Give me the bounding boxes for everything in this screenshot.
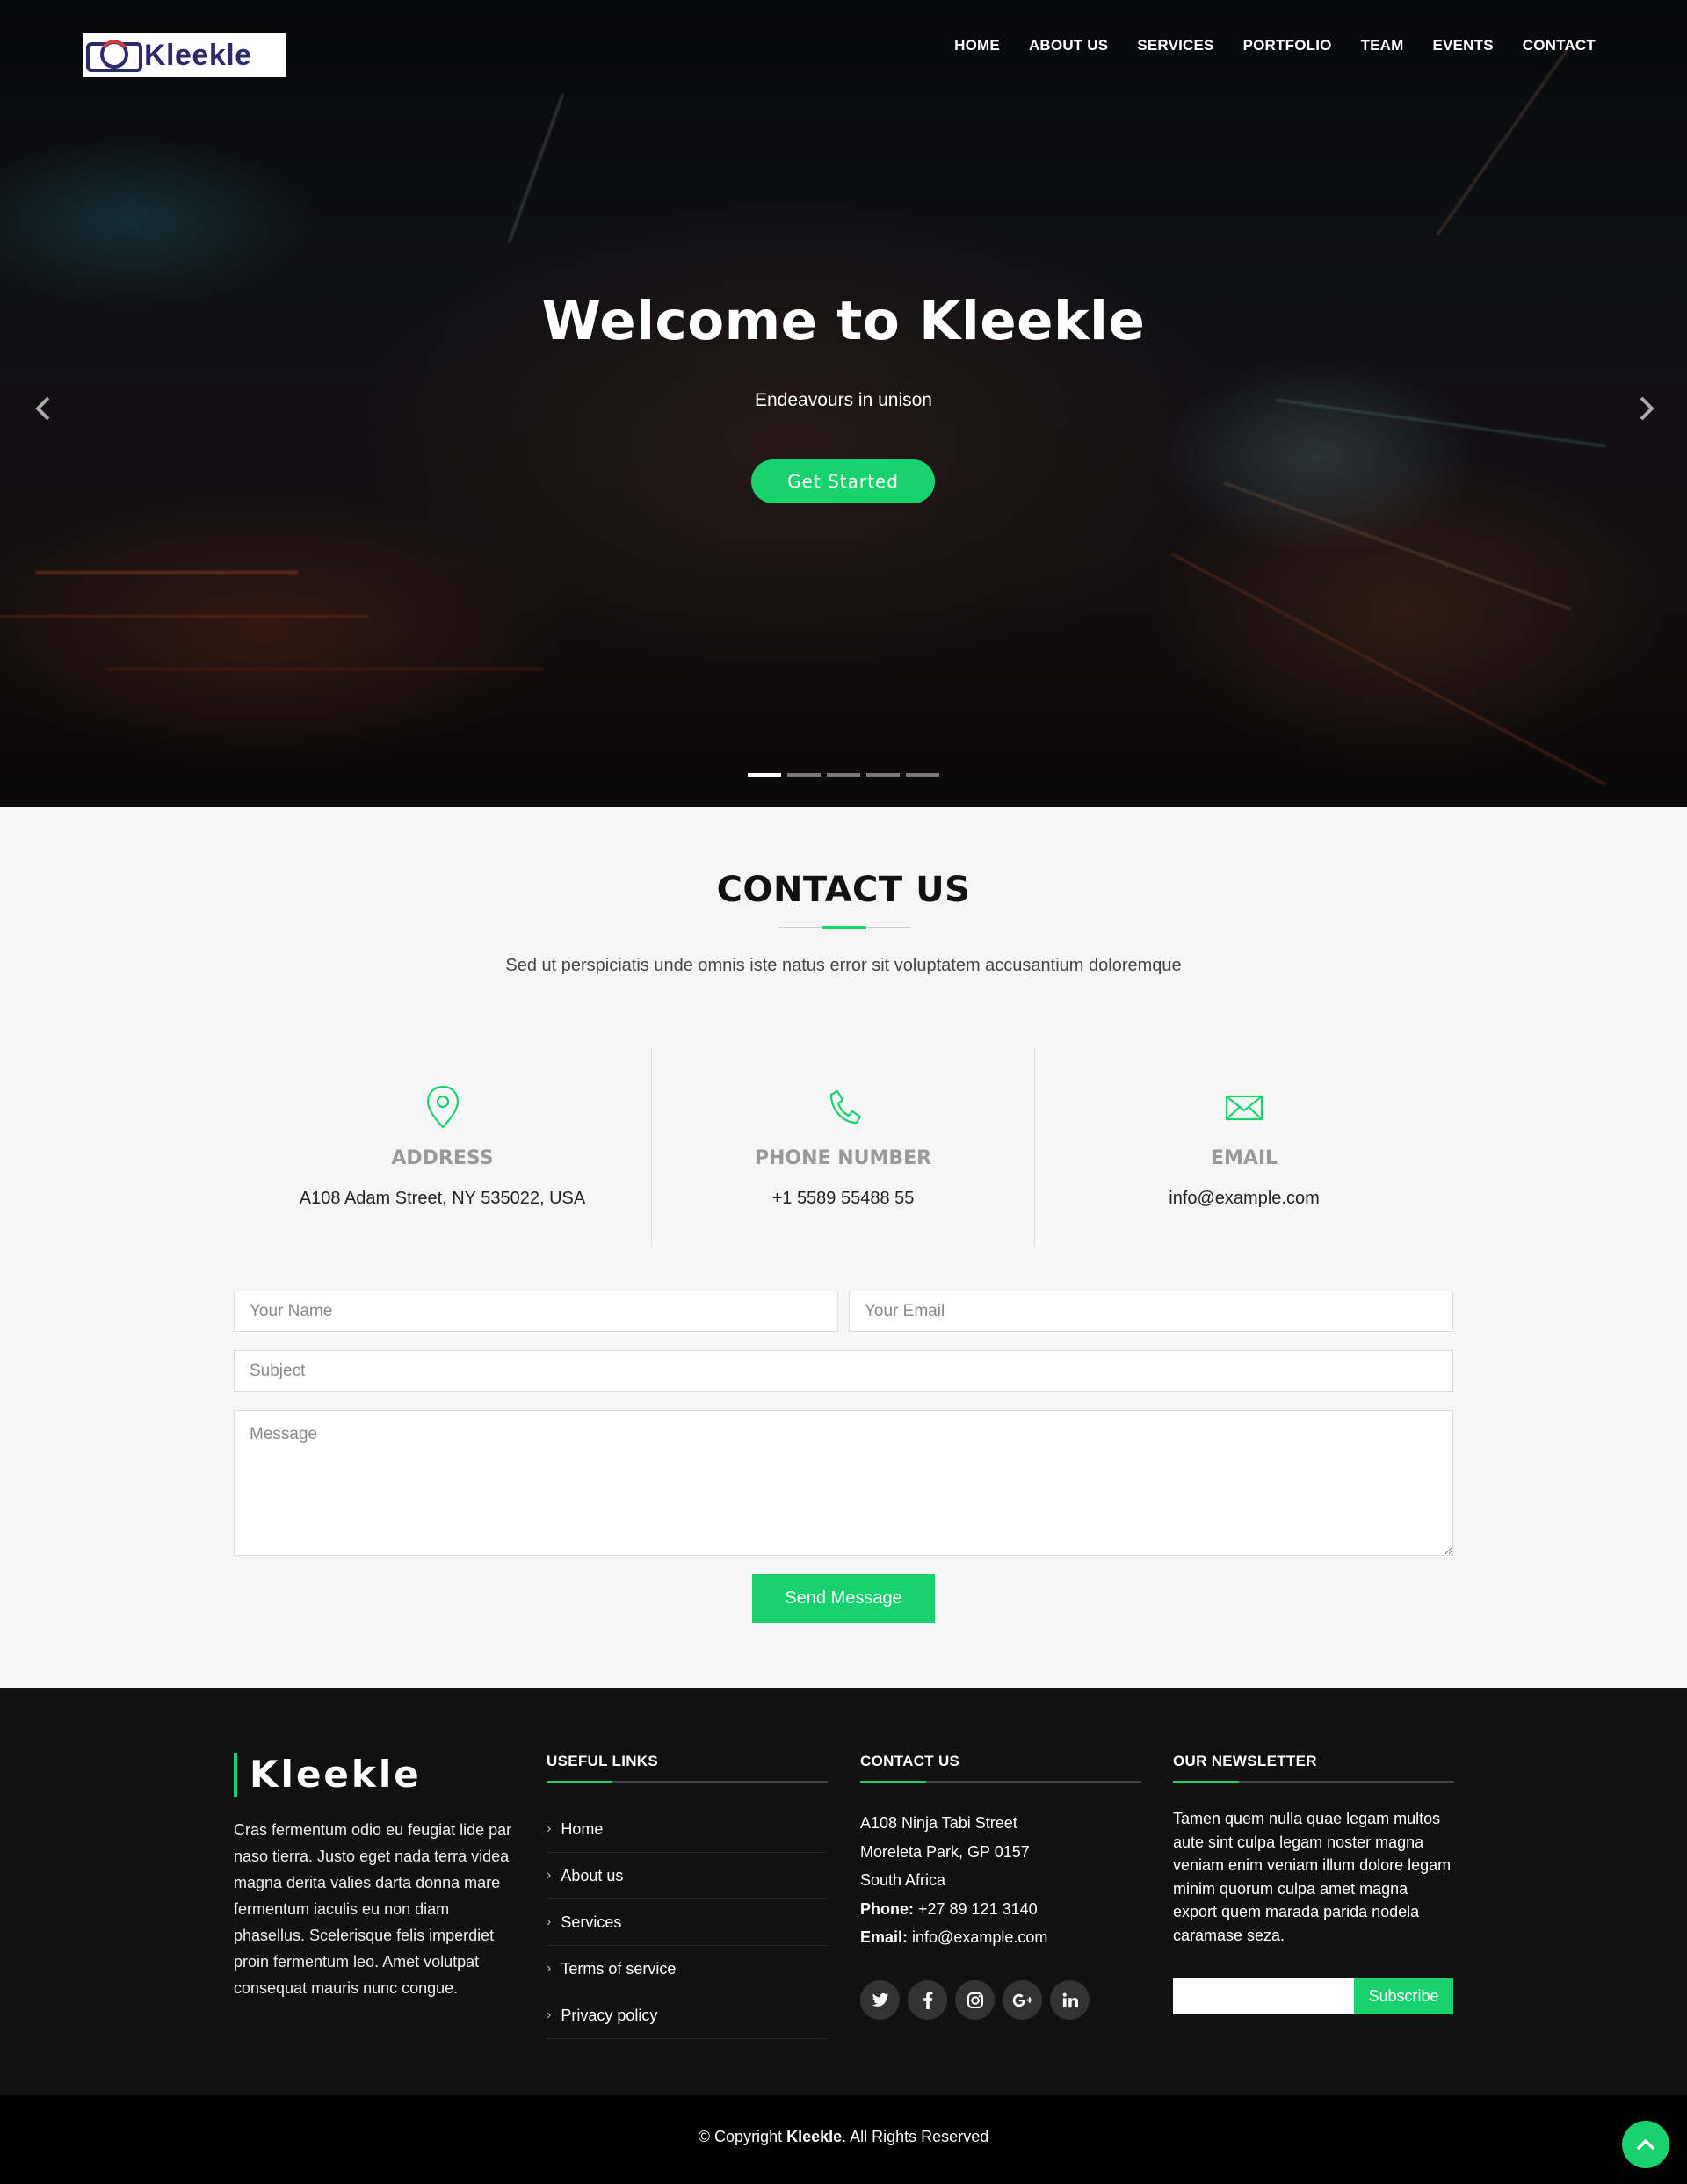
copyright-bar: © Copyright Kleekle. All Rights Reserved — [0, 2095, 1687, 2184]
address-block: ADDRESS A108 Adam Street, NY 535022, USA — [234, 1047, 651, 1247]
footer-phone-value[interactable]: +27 89 121 3140 — [914, 1900, 1038, 1918]
subject-input[interactable] — [234, 1350, 1453, 1392]
footer-contact-title: CONTACT US — [860, 1753, 1141, 1783]
copyright-prefix: © Copyright — [698, 2128, 787, 2145]
logo-camera-icon — [84, 35, 144, 76]
logo[interactable]: Kleekle — [83, 33, 286, 77]
linkedin-icon[interactable] — [1050, 1980, 1090, 2020]
carousel-prev-button[interactable] — [31, 391, 57, 426]
phone-value[interactable]: +1 5589 55488 55 — [652, 1189, 1034, 1209]
chevron-right-icon: › — [547, 1914, 552, 1929]
footer: Kleekle Cras fermentum odio eu feugiat l… — [0, 1688, 1687, 2095]
map-pin-icon — [424, 1084, 462, 1130]
carousel-indicator[interactable] — [748, 773, 781, 777]
carousel-next-button[interactable] — [1633, 391, 1659, 426]
facebook-icon[interactable] — [908, 1980, 947, 2020]
chevron-right-icon: › — [547, 1961, 552, 1976]
footer-link-terms[interactable]: › Terms of service — [547, 1946, 828, 1992]
address-label: ADDRESS — [391, 1147, 494, 1169]
logo-text: Kleekle — [144, 38, 252, 72]
message-textarea[interactable] — [234, 1410, 1453, 1556]
nav-home[interactable]: HOME — [954, 37, 1000, 54]
carousel-indicator[interactable] — [906, 773, 939, 777]
copyright-brand: Kleekle — [786, 2128, 843, 2145]
footer-link-label: About us — [561, 1866, 624, 1884]
phone-icon — [824, 1084, 863, 1130]
footer-contact-info: A108 Ninja Tabi Street Moreleta Park, GP… — [860, 1809, 1141, 1952]
address-value: A108 Adam Street, NY 535022, USA — [299, 1189, 586, 1208]
footer-link-services[interactable]: › Services — [547, 1899, 828, 1946]
carousel-indicator[interactable] — [787, 773, 821, 777]
nav-events[interactable]: EVENTS — [1433, 37, 1494, 54]
footer-address-line: South Africa — [860, 1871, 946, 1889]
send-message-button[interactable]: Send Message — [752, 1574, 935, 1623]
footer-link-home[interactable]: › Home — [547, 1806, 828, 1853]
carousel-indicators — [748, 773, 939, 777]
chevron-up-icon — [1637, 2139, 1654, 2150]
envelope-icon — [1225, 1084, 1263, 1130]
nav-contact[interactable]: CONTACT — [1523, 37, 1596, 54]
footer-email: Email: info@example.com — [860, 1923, 1141, 1952]
footer-link-label: Privacy policy — [561, 2006, 658, 2024]
chevron-right-icon — [1640, 396, 1654, 421]
chevron-right-icon: › — [547, 1821, 552, 1836]
subscribe-button[interactable]: Subscribe — [1354, 1978, 1453, 2014]
newsletter-title: OUR NEWSLETTER — [1173, 1753, 1454, 1783]
contact-description: Sed ut perspiciatis unde omnis iste natu… — [505, 956, 1182, 975]
back-to-top-button[interactable] — [1622, 2121, 1669, 2168]
email-label: EMAIL — [1210, 1147, 1278, 1169]
hero-subtitle: Endeavours in unison — [755, 390, 932, 410]
nav-services[interactable]: SERVICES — [1137, 37, 1213, 54]
chevron-right-icon: › — [547, 1868, 552, 1883]
useful-links-title: USEFUL LINKS — [547, 1753, 828, 1783]
nav-about-us[interactable]: ABOUT US — [1029, 37, 1108, 54]
nav-team[interactable]: TEAM — [1361, 37, 1404, 54]
hero-carousel: Kleekle HOME ABOUT US SERVICES PORTFOLIO… — [0, 0, 1687, 807]
google-plus-icon[interactable] — [1003, 1980, 1042, 2020]
useful-links-list: › Home › About us › Services › Terms of serv… — [547, 1806, 828, 2039]
email-value[interactable]: info@example.com — [1035, 1189, 1453, 1209]
footer-email-label: Email: — [860, 1928, 909, 1946]
hero-title: Welcome to Kleekle — [541, 290, 1146, 352]
phone-label: PHONE NUMBER — [754, 1147, 932, 1169]
footer-email-value[interactable]: info@example.com — [908, 1928, 1047, 1946]
contact-title: CONTACT US — [716, 870, 971, 910]
footer-address-line: A108 Ninja Tabi Street — [860, 1814, 1017, 1832]
footer-phone-label: Phone: — [860, 1899, 914, 1918]
carousel-indicator[interactable] — [866, 773, 900, 777]
title-accent — [822, 926, 866, 929]
twitter-icon[interactable] — [860, 1980, 900, 2020]
copyright-text: © Copyright Kleekle. All Rights Reserved — [0, 2128, 1687, 2146]
footer-about-text: Cras fermentum odio eu feugiat lide par … — [234, 1821, 512, 1997]
footer-link-about-us[interactable]: › About us — [547, 1853, 828, 1899]
main-nav: HOME ABOUT US SERVICES PORTFOLIO TEAM EV… — [925, 37, 1596, 54]
carousel-indicator[interactable] — [827, 773, 860, 777]
email-block: EMAIL info@example.com — [1035, 1047, 1453, 1247]
nav-portfolio[interactable]: PORTFOLIO — [1243, 37, 1332, 54]
footer-link-label: Terms of service — [561, 1959, 677, 1978]
footer-brand: Kleekle — [234, 1753, 422, 1797]
newsletter-email-input[interactable] — [1173, 1978, 1354, 2014]
chevron-left-icon — [35, 396, 50, 421]
footer-link-privacy[interactable]: › Privacy policy — [547, 1992, 828, 2039]
footer-link-label: Home — [561, 1819, 604, 1838]
phone-block: PHONE NUMBER +1 5589 55488 55 — [651, 1047, 1035, 1247]
footer-address-line: Moreleta Park, GP 0157 — [860, 1842, 1030, 1861]
footer-link-label: Services — [561, 1913, 622, 1931]
email-input[interactable] — [849, 1291, 1453, 1332]
copyright-suffix: . All Rights Reserved — [842, 2128, 989, 2145]
instagram-icon[interactable] — [955, 1980, 995, 2020]
footer-phone: Phone: +27 89 121 3140 — [860, 1895, 1141, 1924]
social-links — [860, 1980, 1090, 2020]
newsletter-text: Tamen quem nulla quae legam multos aute … — [1173, 1810, 1452, 1944]
chevron-right-icon: › — [547, 2007, 552, 2022]
get-started-button[interactable]: Get Started — [751, 459, 935, 503]
name-input[interactable] — [234, 1291, 838, 1332]
